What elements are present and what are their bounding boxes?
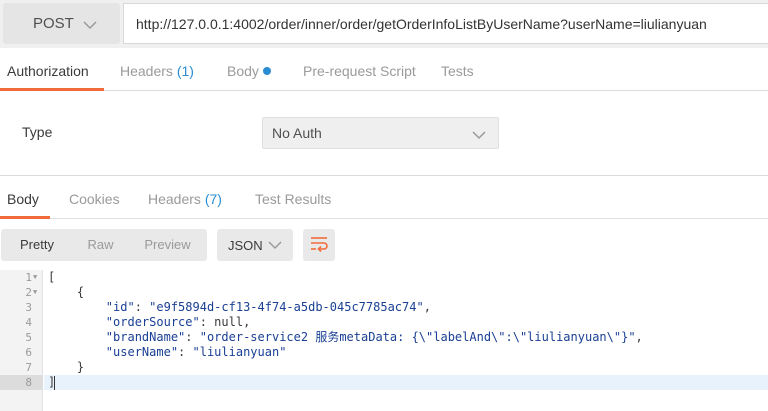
url-bar: POST http://127.0.0.1:4002/order/inner/o… bbox=[0, 0, 768, 48]
line-number: 1 bbox=[25, 271, 32, 284]
tab-authorization-label: Authorization bbox=[7, 63, 89, 79]
json-key: "orderSource" bbox=[105, 315, 200, 329]
tab-test-results-label: Test Results bbox=[255, 191, 332, 207]
tab-body[interactable]: Body bbox=[227, 53, 271, 90]
response-headers-count: (7) bbox=[204, 191, 222, 207]
tab-response-body-label: Body bbox=[7, 191, 39, 207]
tab-cookies-label: Cookies bbox=[69, 191, 120, 207]
line-number: 3 bbox=[25, 301, 32, 314]
line-number-gutter: 1 ▼ 2 ▼ 3 4 5 6 7 8 bbox=[0, 270, 43, 411]
code-line: "id": "e9f5894d-cf13-4f74-a5db-045c7785a… bbox=[105, 300, 431, 314]
code-line: "orderSource": null, bbox=[105, 315, 251, 329]
active-tab-underline bbox=[0, 88, 104, 91]
text-cursor bbox=[54, 376, 55, 390]
code-line: { bbox=[48, 285, 85, 299]
line-number: 4 bbox=[25, 316, 32, 329]
tab-test-results[interactable]: Test Results bbox=[255, 181, 331, 218]
tab-response-headers[interactable]: Headers (7) bbox=[148, 181, 222, 218]
wrap-lines-icon bbox=[310, 236, 328, 255]
tab-cookies[interactable]: Cookies bbox=[69, 181, 120, 218]
response-body-editor[interactable]: 1 ▼ 2 ▼ 3 4 5 6 7 8 [ { "id": "e9f5894d-… bbox=[0, 270, 768, 411]
tab-response-body[interactable]: Body bbox=[7, 181, 39, 218]
line-number: 6 bbox=[25, 346, 32, 359]
code-line: "userName": "liulianyuan" bbox=[105, 345, 287, 359]
tab-prerequest-script[interactable]: Pre-request Script bbox=[303, 53, 416, 90]
view-mode-toggle: Pretty Raw Preview bbox=[1, 229, 207, 261]
line-number: 7 bbox=[25, 361, 32, 374]
line-number: 5 bbox=[25, 331, 32, 344]
fold-arrow-icon[interactable]: ▼ bbox=[33, 270, 41, 285]
tab-tests-label: Tests bbox=[441, 63, 474, 79]
headers-count: (1) bbox=[176, 63, 194, 79]
active-line-highlight bbox=[44, 375, 768, 390]
request-tabs: Authorization Headers (1) Body Pre-reque… bbox=[0, 53, 768, 91]
json-key: "id" bbox=[105, 300, 135, 314]
chevron-down-icon bbox=[83, 17, 97, 34]
line-number: 2 bbox=[25, 286, 32, 299]
auth-type-label: Type bbox=[22, 124, 53, 140]
format-select[interactable]: JSON bbox=[217, 229, 293, 261]
json-key: "brandName" bbox=[105, 330, 186, 344]
json-value: "e9f5894d-cf13-4f74-a5db-045c7785ac74" bbox=[149, 300, 424, 314]
format-value: JSON bbox=[228, 237, 263, 253]
json-value: "liulianyuan" bbox=[192, 345, 287, 359]
chevron-down-icon bbox=[268, 238, 282, 253]
fold-arrow-icon[interactable]: ▼ bbox=[33, 285, 41, 300]
tab-body-label: Body bbox=[227, 63, 259, 79]
code-line: [ bbox=[48, 270, 56, 284]
body-indicator-dot bbox=[262, 67, 271, 76]
tab-prerequest-label: Pre-request Script bbox=[303, 63, 416, 79]
wrap-lines-button[interactable] bbox=[303, 229, 335, 261]
url-input[interactable]: http://127.0.0.1:4002/order/inner/order/… bbox=[123, 3, 768, 44]
auth-type-value: No Auth bbox=[272, 125, 322, 141]
response-tabs: Body Cookies Headers (7) Test Results bbox=[0, 181, 768, 219]
raw-button[interactable]: Raw bbox=[73, 229, 128, 261]
json-value: "order-service2 服务metaData: {\"labelAnd\… bbox=[199, 330, 636, 344]
code-line: } bbox=[48, 360, 85, 374]
method-label: POST bbox=[33, 15, 74, 32]
tab-headers[interactable]: Headers (1) bbox=[120, 53, 194, 90]
tab-authorization[interactable]: Authorization bbox=[7, 53, 89, 90]
tab-response-headers-label: Headers bbox=[148, 191, 201, 207]
pretty-button[interactable]: Pretty bbox=[1, 229, 73, 261]
line-number: 8 bbox=[25, 376, 32, 389]
active-response-tab-underline bbox=[0, 216, 50, 219]
chevron-down-icon bbox=[472, 127, 486, 143]
auth-type-select[interactable]: No Auth bbox=[262, 117, 499, 149]
code-line: "brandName": "order-service2 服务metaData:… bbox=[105, 330, 643, 344]
json-key: "userName" bbox=[105, 345, 179, 359]
tab-tests[interactable]: Tests bbox=[441, 53, 474, 90]
json-value: null bbox=[214, 315, 244, 329]
tab-headers-label: Headers bbox=[120, 63, 173, 79]
response-divider bbox=[0, 175, 768, 176]
preview-button[interactable]: Preview bbox=[128, 229, 207, 261]
method-select[interactable]: POST bbox=[3, 3, 120, 44]
